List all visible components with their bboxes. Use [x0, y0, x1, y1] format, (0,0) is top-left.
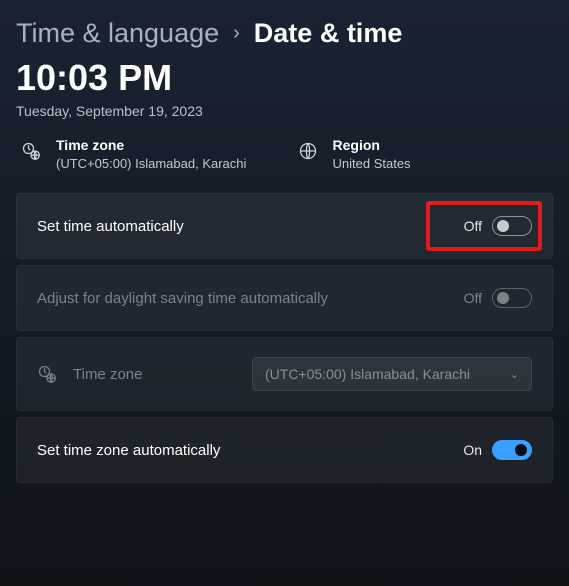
globe-clock-icon: [37, 364, 57, 384]
current-time: 10:03 PM: [16, 57, 553, 99]
toggle-set-time-auto[interactable]: [492, 216, 532, 236]
setting-set-time-automatically[interactable]: Set time automatically Off: [16, 193, 553, 259]
toggle-set-tz-auto[interactable]: [492, 440, 532, 460]
setting-label: Adjust for daylight saving time automati…: [37, 290, 328, 307]
timezone-select-label: Time zone: [73, 366, 142, 383]
setting-label: Set time automatically: [37, 218, 184, 235]
setting-timezone-select: Time zone (UTC+05:00) Islamabad, Karachi…: [16, 337, 553, 411]
globe-clock-icon: [20, 141, 42, 161]
setting-dst-automatically: Adjust for daylight saving time automati…: [16, 265, 553, 331]
chevron-right-icon: ›: [233, 22, 240, 45]
region-value: United States: [333, 156, 411, 171]
setting-label: Time zone: [37, 364, 142, 384]
current-date: Tuesday, September 19, 2023: [16, 103, 553, 119]
globe-icon: [297, 141, 319, 161]
breadcrumb-current: Date & time: [254, 18, 403, 49]
toggle-state: Off: [464, 290, 482, 306]
timezone-value: (UTC+05:00) Islamabad, Karachi: [56, 156, 246, 171]
dropdown-value: (UTC+05:00) Islamabad, Karachi: [265, 366, 470, 382]
toggle-state: Off: [464, 218, 482, 234]
breadcrumb-parent[interactable]: Time & language: [16, 18, 219, 49]
chevron-down-icon: ⌄: [510, 368, 519, 381]
toggle-state: On: [463, 442, 482, 458]
region-info: Region United States: [297, 137, 554, 171]
toggle-dst-auto: [492, 288, 532, 308]
timezone-info: Time zone (UTC+05:00) Islamabad, Karachi: [20, 137, 277, 171]
timezone-label: Time zone: [56, 137, 246, 153]
info-row: Time zone (UTC+05:00) Islamabad, Karachi…: [16, 137, 553, 171]
setting-set-timezone-automatically[interactable]: Set time zone automatically On: [16, 417, 553, 483]
setting-label: Set time zone automatically: [37, 442, 220, 459]
breadcrumb: Time & language › Date & time: [16, 18, 553, 49]
timezone-dropdown: (UTC+05:00) Islamabad, Karachi ⌄: [252, 357, 532, 391]
region-label: Region: [333, 137, 411, 153]
